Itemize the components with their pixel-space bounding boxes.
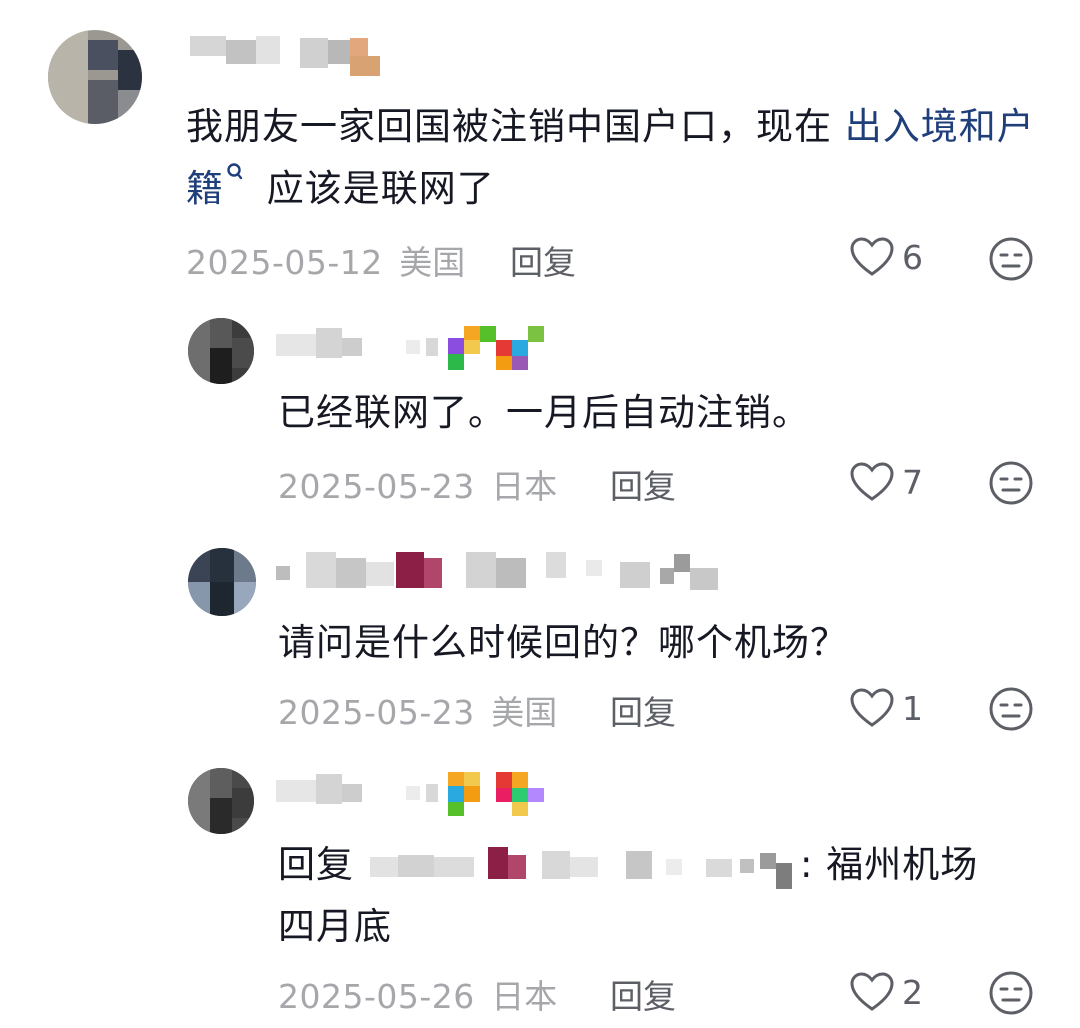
comment-region: 日本 bbox=[491, 467, 558, 506]
like-count: 1 bbox=[902, 688, 923, 728]
reply-prefix: 回复 bbox=[278, 843, 354, 886]
comment-2: 已经联网了。一月后自动注销。 2025-05-23 日本 回复 7 bbox=[0, 300, 1080, 530]
username-blurred[interactable] bbox=[276, 548, 736, 596]
avatar[interactable] bbox=[188, 318, 254, 384]
comment-meta: 2025-05-12 美国 bbox=[186, 236, 465, 284]
comment-meta: 2025-05-23 日本 bbox=[278, 460, 557, 508]
comment-text: 已经联网了。一月后自动注销。 bbox=[278, 391, 810, 434]
comment-3: 请问是什么时候回的？哪个机场？ 2025-05-23 美国 回复 1 bbox=[0, 530, 1080, 760]
heart-icon bbox=[850, 237, 894, 276]
comment-text-line2: 四月底 bbox=[278, 905, 392, 948]
like-button[interactable]: 7 bbox=[850, 462, 923, 502]
avatar[interactable] bbox=[188, 768, 254, 834]
comment-text: 请问是什么时候回的？哪个机场？ bbox=[278, 621, 848, 664]
comment-region: 日本 bbox=[491, 977, 558, 1016]
comment-text: 回复 : 福州机场 四月底 bbox=[278, 843, 979, 948]
heart-icon bbox=[850, 462, 894, 501]
comment-region: 美国 bbox=[491, 693, 558, 732]
comment-meta: 2025-05-26 日本 bbox=[278, 970, 557, 1018]
avatar[interactable] bbox=[188, 548, 256, 616]
mention-blurred[interactable] bbox=[370, 846, 800, 889]
comment-meta: 2025-05-23 美国 bbox=[278, 686, 557, 734]
dislike-face-icon[interactable] bbox=[988, 236, 1034, 282]
heart-icon bbox=[850, 972, 894, 1011]
dislike-face-icon[interactable] bbox=[988, 460, 1034, 506]
comment-4: 回复 : 福州机场 四月底 2025-05-26 日本 回复 2 bbox=[0, 760, 1080, 1028]
reply-button[interactable]: 回复 bbox=[610, 686, 676, 734]
like-button[interactable]: 1 bbox=[850, 688, 923, 728]
like-count: 2 bbox=[902, 972, 923, 1012]
comment-region: 美国 bbox=[399, 243, 466, 282]
username-blurred[interactable] bbox=[190, 30, 390, 78]
comment-date: 2025-05-23 bbox=[278, 693, 475, 732]
username-blurred[interactable] bbox=[276, 770, 556, 818]
comment-text: 我朋友一家回国被注销中国户口，现在 出入境和户籍 应该是联网了 bbox=[186, 105, 1035, 210]
reply-button[interactable]: 回复 bbox=[610, 460, 676, 508]
reply-button[interactable]: 回复 bbox=[510, 236, 576, 284]
dislike-face-icon[interactable] bbox=[988, 686, 1034, 732]
avatar[interactable] bbox=[48, 30, 142, 124]
username-blurred[interactable] bbox=[276, 324, 556, 372]
comment-date: 2025-05-23 bbox=[278, 467, 475, 506]
reply-button[interactable]: 回复 bbox=[610, 970, 676, 1018]
dislike-face-icon[interactable] bbox=[988, 970, 1034, 1016]
like-button[interactable]: 2 bbox=[850, 972, 923, 1012]
comment-1: 我朋友一家回国被注销中国户口，现在 出入境和户籍 应该是联网了 2025-05-… bbox=[0, 0, 1080, 300]
like-button[interactable]: 6 bbox=[850, 237, 923, 277]
like-count: 6 bbox=[902, 237, 923, 277]
comment-date: 2025-05-12 bbox=[186, 243, 383, 282]
comment-date: 2025-05-26 bbox=[278, 977, 475, 1016]
search-icon[interactable] bbox=[226, 162, 244, 184]
heart-icon bbox=[850, 688, 894, 727]
like-count: 7 bbox=[902, 462, 923, 502]
